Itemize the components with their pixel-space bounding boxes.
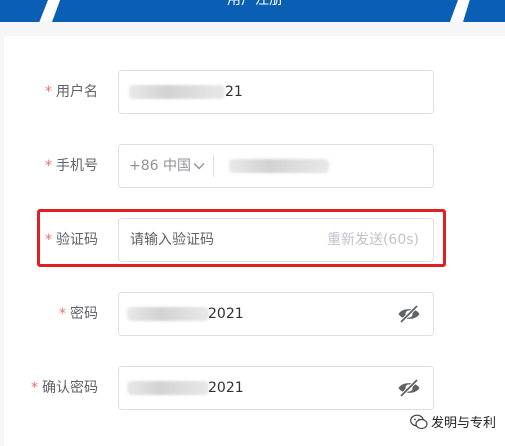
- password-input[interactable]: 2021: [118, 292, 434, 336]
- confirm-password-row: * 确认密码 2021: [0, 366, 505, 414]
- required-mark: *: [45, 84, 52, 100]
- wechat-icon: [410, 414, 428, 430]
- eye-slash-icon[interactable]: [397, 378, 421, 398]
- username-value: 21: [225, 84, 243, 100]
- password-value: 2021: [208, 306, 244, 322]
- redacted-mask: [127, 307, 209, 321]
- required-mark: *: [45, 158, 52, 174]
- header-right-segment: [463, 0, 505, 22]
- username-input[interactable]: 21: [118, 70, 434, 114]
- required-mark: *: [59, 306, 66, 322]
- prefix-divider: [213, 155, 214, 177]
- redacted-mask: [127, 381, 209, 395]
- phone-label: * 手机号: [45, 158, 98, 174]
- chevron-down-icon[interactable]: [193, 160, 205, 172]
- page-title: 用户注册: [227, 0, 283, 8]
- required-mark: *: [31, 380, 38, 396]
- highlight-box: [37, 209, 446, 267]
- password-label: * 密码: [59, 306, 98, 322]
- password-row: * 密码 2021: [0, 292, 505, 340]
- redacted-mask: [129, 85, 225, 99]
- confirm-password-label: * 确认密码: [31, 380, 98, 396]
- confirm-password-input[interactable]: 2021: [118, 366, 434, 410]
- header-band: 用户注册: [0, 0, 505, 22]
- eye-slash-icon[interactable]: [397, 304, 421, 324]
- confirm-password-value: 2021: [208, 380, 244, 396]
- redacted-mask: [229, 159, 329, 173]
- phone-row: * 手机号 +86 中国: [0, 144, 505, 192]
- username-label: * 用户名: [45, 84, 98, 100]
- watermark: 发明与专利: [410, 414, 496, 434]
- username-row: * 用户名 21: [0, 70, 505, 118]
- header-left-segment: [0, 0, 48, 22]
- phone-input[interactable]: +86 中国: [118, 144, 434, 188]
- country-code-select[interactable]: +86 中国: [129, 145, 191, 187]
